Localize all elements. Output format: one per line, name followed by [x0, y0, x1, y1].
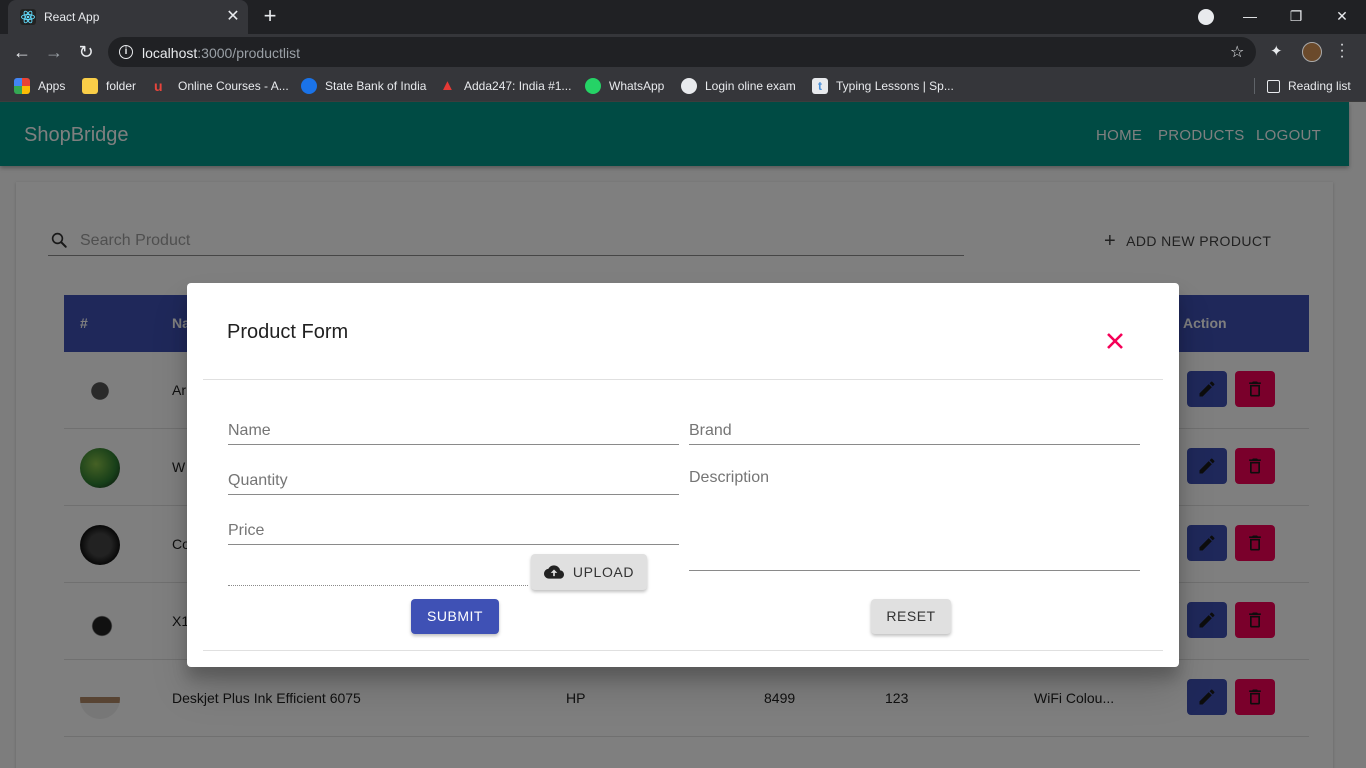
back-icon[interactable]: ← — [10, 40, 34, 64]
new-tab-button[interactable]: + — [258, 5, 282, 29]
quantity-input[interactable] — [228, 469, 679, 493]
tab-search-icon[interactable] — [1198, 9, 1214, 25]
browser-tab-strip: React App ✕ + — ❐ ✕ — [0, 0, 1366, 34]
reset-button[interactable]: RESET — [871, 599, 951, 634]
typing-icon: t — [812, 78, 828, 94]
file-input-line[interactable] — [228, 585, 528, 586]
apps-grid-icon — [14, 78, 30, 94]
browser-tab[interactable]: React App ✕ — [8, 0, 248, 34]
extensions-icon[interactable]: ✦ — [1270, 44, 1286, 60]
bookmark-typing-lessons[interactable]: t Typing Lessons | Sp... — [812, 77, 954, 95]
bookmark-online-courses[interactable]: u Online Courses - A... — [154, 77, 289, 95]
reading-list-icon — [1267, 79, 1280, 93]
reading-list-button[interactable]: Reading list — [1267, 77, 1351, 95]
price-input[interactable] — [228, 519, 679, 543]
description-field — [689, 469, 1140, 571]
bookmark-whatsapp[interactable]: WhatsApp — [585, 77, 664, 95]
restore-button[interactable]: ❐ — [1284, 6, 1308, 26]
browser-toolbar: ← → ↻ i localhost:3000/productlist ☆ ✦ ·… — [0, 34, 1366, 70]
tab-close-icon[interactable]: ✕ — [224, 8, 242, 26]
name-field — [228, 419, 679, 445]
avatar[interactable] — [1302, 42, 1322, 62]
quantity-field — [228, 469, 679, 495]
globe-icon — [681, 78, 697, 94]
dialog-title: Product Form — [227, 321, 349, 343]
submit-button[interactable]: SUBMIT — [411, 599, 499, 634]
bookmark-folder[interactable]: folder — [82, 77, 136, 95]
folder-icon — [82, 78, 98, 94]
udemy-icon: u — [154, 78, 163, 94]
app-viewport: ShopBridge HOME PRODUCTS LOGOUT + ADD NE… — [0, 102, 1366, 768]
product-form-dialog: Product Form UPLOAD SUBMIT — [187, 283, 1179, 667]
brand-field — [689, 419, 1140, 445]
bookmark-adda247[interactable]: ▲ Adda247: India #1... — [440, 77, 571, 95]
bookmarks-bar: Apps folder u Online Courses - A... Stat… — [0, 70, 1366, 102]
adda247-icon: ▲ — [440, 77, 455, 94]
upload-button[interactable]: UPLOAD — [531, 554, 647, 590]
reload-icon[interactable]: ↻ — [74, 40, 98, 64]
brand-input[interactable] — [689, 419, 1140, 443]
cloud-upload-icon — [543, 565, 564, 579]
tab-title: React App — [44, 10, 100, 24]
bookmark-sbi[interactable]: State Bank of India — [301, 77, 426, 95]
site-info-icon[interactable]: i — [119, 45, 133, 59]
react-icon — [20, 9, 36, 25]
star-icon[interactable]: ☆ — [1230, 42, 1244, 62]
bookmark-apps[interactable]: Apps — [14, 77, 65, 95]
sbi-icon — [301, 78, 317, 94]
bookmark-login-exam[interactable]: Login oline exam — [681, 77, 796, 95]
price-field — [228, 519, 679, 545]
browser-menu-icon[interactable]: · · · — [1338, 37, 1346, 65]
close-icon[interactable] — [1101, 327, 1129, 355]
bookmark-separator — [1254, 78, 1255, 94]
forward-icon[interactable]: → — [42, 40, 66, 64]
description-input[interactable] — [689, 469, 1140, 565]
close-window-button[interactable]: ✕ — [1330, 6, 1354, 26]
whatsapp-icon — [585, 78, 601, 94]
dialog-divider-bottom — [203, 650, 1163, 651]
minimize-button[interactable]: — — [1238, 6, 1262, 26]
name-input[interactable] — [228, 419, 679, 443]
url-text: localhost:3000/productlist — [142, 45, 300, 61]
address-bar[interactable]: i localhost:3000/productlist ☆ — [108, 37, 1256, 67]
dialog-divider-top — [203, 379, 1163, 380]
